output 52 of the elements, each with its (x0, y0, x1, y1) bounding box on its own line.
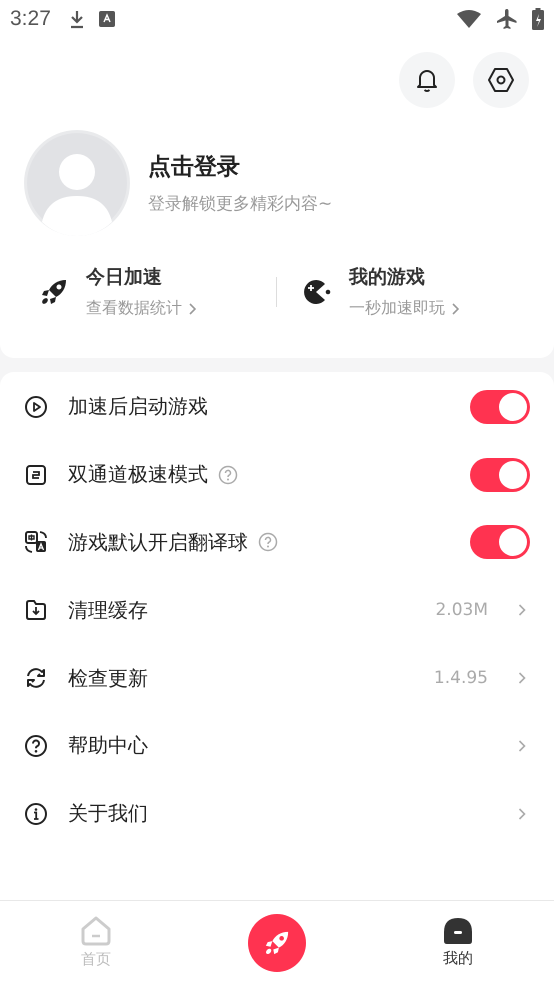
setting-label: 游戏默认开启翻译球 (68, 528, 248, 556)
settings-row[interactable]: 游戏默认开启翻译球 (0, 508, 554, 576)
toggle-switch[interactable] (470, 458, 530, 492)
settings-icon (487, 67, 515, 93)
setting-label: 帮助中心 (68, 732, 148, 760)
setting-label: 双通道极速模式 (68, 461, 208, 488)
settings-row[interactable]: 加速后启动游戏 (0, 373, 554, 441)
help-icon (24, 734, 48, 758)
keyboard-icon (98, 11, 115, 27)
setting-value: 2.03M (435, 600, 488, 620)
stat-title[interactable]: 今日加速 (86, 264, 196, 290)
home-icon (80, 916, 112, 946)
status-time: 3:27 (10, 7, 51, 31)
pacman-icon (303, 278, 331, 304)
chevron-icon (451, 302, 459, 314)
setting-label: 清理缓存 (68, 596, 148, 624)
help-icon[interactable] (258, 532, 278, 552)
stat-title[interactable]: 我的游戏 (349, 264, 459, 290)
setting-value: 1.4.95 (434, 668, 488, 688)
settings-row[interactable]: 帮助中心 (0, 712, 554, 780)
settings-row[interactable]: 双通道极速模式 (0, 440, 554, 509)
numbered-square-icon (24, 462, 48, 487)
chevron-icon (518, 603, 526, 618)
login-subtitle: 登录解锁更多精彩内容~ (148, 193, 332, 215)
setting-label: 加速后启动游戏 (68, 393, 208, 420)
bell-icon (415, 67, 439, 93)
help-icon[interactable] (218, 464, 238, 485)
chevron-icon (518, 671, 526, 686)
chevron-icon (518, 738, 526, 753)
nav-tab[interactable]: 我的 (418, 917, 498, 968)
battery-icon (532, 8, 544, 30)
play-icon (24, 394, 48, 419)
airplane-icon (496, 8, 518, 30)
info-icon (24, 802, 48, 826)
rocket-icon (264, 930, 290, 956)
settings-row[interactable]: 清理缓存 2.03M (0, 576, 554, 644)
settings-row[interactable]: 检查更新 1.4.95 (0, 644, 554, 712)
chevron-icon (188, 302, 196, 314)
toggle-switch[interactable] (470, 390, 530, 424)
settings-row[interactable]: 关于我们 (0, 780, 554, 848)
toggle-switch[interactable] (470, 525, 530, 560)
rocket-icon (40, 278, 68, 306)
refresh-icon (24, 666, 48, 690)
profile-blob-icon (443, 917, 473, 945)
login-title[interactable]: 点击登录 (148, 151, 332, 182)
translate-icon (24, 530, 48, 554)
setting-label: 检查更新 (68, 664, 148, 692)
setting-label: 关于我们 (68, 800, 148, 828)
wifi-icon (456, 9, 482, 29)
folder-download-icon (24, 598, 48, 622)
chevron-icon (518, 806, 526, 821)
download-icon (68, 9, 85, 29)
